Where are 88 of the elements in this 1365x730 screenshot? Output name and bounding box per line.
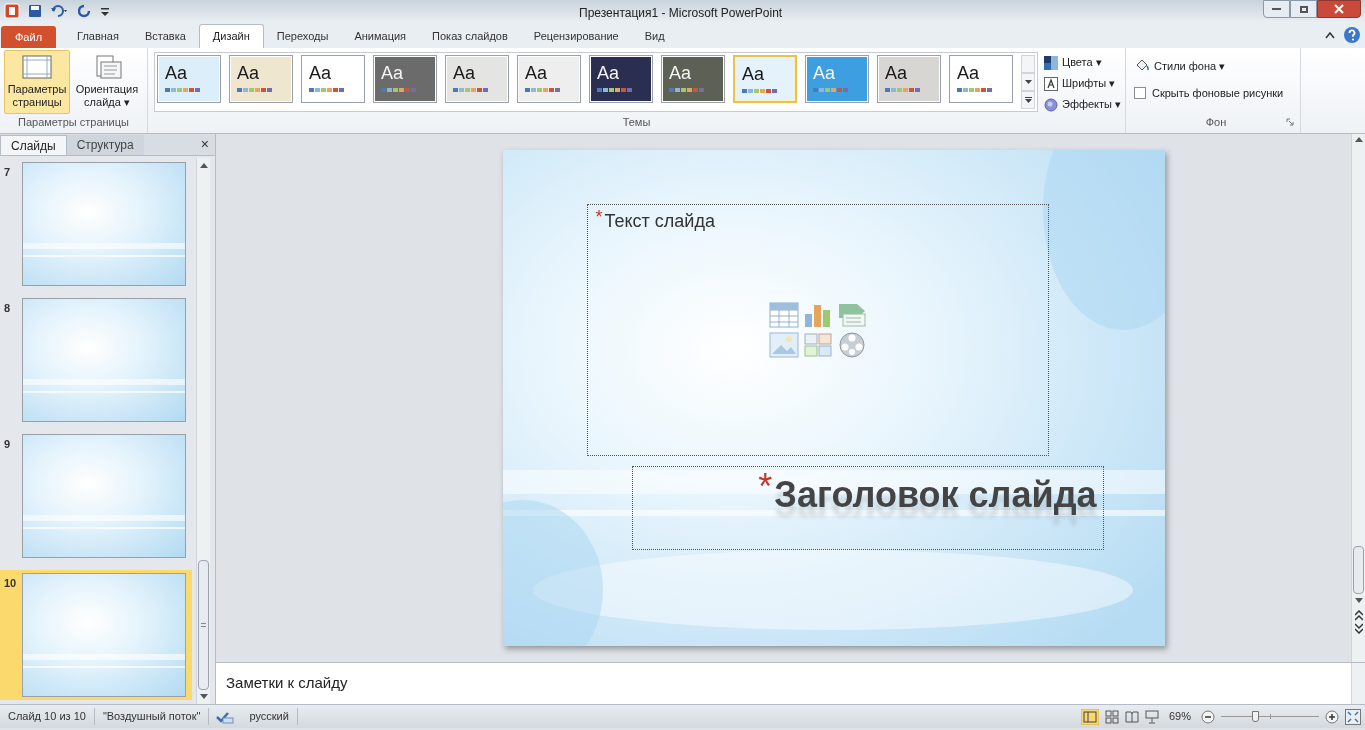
dialog-launcher-icon[interactable] (1286, 118, 1294, 127)
slide-thumbnail[interactable] (22, 434, 186, 558)
theme-thumbnail[interactable]: Aa (661, 55, 725, 103)
page-setup-button[interactable]: Параметры страницы (4, 50, 70, 114)
slide-thumbnail-row[interactable]: 10 (0, 570, 192, 700)
help-icon[interactable] (1343, 26, 1361, 44)
language: русский (241, 708, 298, 725)
zoom-slider[interactable] (1221, 709, 1319, 724)
save-icon[interactable] (28, 4, 42, 18)
ribbon-tab[interactable]: Переходы (263, 24, 342, 48)
bullet-marker: * (595, 207, 603, 227)
slider-thumb[interactable] (1251, 710, 1259, 722)
group-caption: Фон (1204, 115, 1228, 130)
insert-media-icon[interactable] (836, 332, 867, 358)
theme-thumbnail[interactable]: Aa (949, 55, 1013, 103)
theme-thumbnail[interactable]: Aa (229, 55, 293, 103)
group-caption: Параметры страницы (17, 115, 130, 130)
close-icon (1334, 4, 1344, 14)
theme-colors-icon (1044, 55, 1058, 70)
placeholder-text: Текст слайда (604, 210, 715, 233)
ribbon-tab[interactable]: Анимация (341, 24, 420, 48)
zoom-in-icon[interactable] (1325, 709, 1339, 724)
pane-tab[interactable]: Слайды (0, 135, 67, 155)
theme-thumbnail[interactable]: Aa (589, 55, 653, 103)
insert-clip-art-icon[interactable] (802, 332, 833, 358)
checkbox[interactable] (1134, 86, 1146, 99)
content-placeholder[interactable]: *Текст слайда (586, 204, 1049, 456)
reading-view-icon[interactable] (1124, 709, 1139, 724)
theme-thumbnail[interactable]: Aa (157, 55, 221, 103)
checkbox-label: Скрыть фоновые рисунки (1152, 85, 1284, 101)
scrollbar-thumb[interactable] (198, 560, 209, 690)
placeholder-text: Заголовок слайда (774, 473, 1097, 517)
slide-thumbnail[interactable] (22, 573, 186, 697)
previous-slide-icon[interactable] (1354, 610, 1363, 622)
bullet-marker: * (758, 471, 773, 503)
normal-view-icon[interactable] (1080, 708, 1099, 725)
ribbon-tab[interactable]: Главная (64, 24, 132, 48)
theme-effects-button[interactable]: Эффекты ▾ (1044, 95, 1122, 114)
slide-number: 7 (4, 165, 12, 180)
fit-to-window-icon[interactable] (1345, 708, 1361, 725)
collapse-ribbon-icon[interactable] (1325, 31, 1335, 39)
theme-fonts-button[interactable]: Шрифты ▾ (1044, 74, 1122, 93)
file-tab[interactable]: Файл (1, 26, 57, 48)
zoom-level[interactable]: 69% (1164, 708, 1195, 725)
undo-icon[interactable] (50, 4, 70, 18)
theme-thumbnail[interactable]: Aa (517, 55, 581, 103)
theme-thumbnail[interactable]: Aa (373, 55, 437, 103)
slide-number: 9 (4, 437, 12, 452)
theme-thumbnail[interactable]: Aa (445, 55, 509, 103)
zoom-out-icon[interactable] (1201, 709, 1215, 724)
theme-thumbnail[interactable]: Aa (877, 55, 941, 103)
scroll-down-button[interactable] (1021, 73, 1035, 91)
scrollbar-thumb[interactable] (1353, 546, 1364, 594)
slide-orientation-button[interactable]: Ориентация слайда ▾ (74, 50, 140, 114)
next-slide-icon[interactable] (1354, 622, 1363, 634)
group-caption: Темы (621, 115, 652, 130)
minimize-button[interactable] (1263, 0, 1290, 18)
notes-field[interactable]: Заметки к слайду (216, 663, 1351, 704)
slide-counter: Слайд 10 из 10 (0, 708, 95, 725)
title-placeholder[interactable]: *Заголовок слайда (631, 466, 1104, 550)
more-icon (1024, 97, 1032, 103)
close-button[interactable] (1317, 0, 1361, 18)
theme-colors-button[interactable]: Цвета ▾ (1044, 53, 1122, 72)
ribbon-tab[interactable]: Вид (631, 24, 678, 48)
slide-thumbnail[interactable] (22, 298, 186, 422)
theme-effects-icon (1044, 97, 1058, 112)
restore-button[interactable] (1290, 0, 1317, 18)
slide-sorter-icon[interactable] (1104, 709, 1119, 724)
window-title: Презентация1 - Microsoft PowerPoint (579, 5, 783, 22)
ribbon-tab[interactable]: Показ слайдов (419, 24, 521, 48)
powerpoint-logo-icon (4, 3, 20, 19)
caret-icon (1024, 80, 1032, 84)
theme-thumbnail[interactable]: Aa (733, 55, 797, 103)
pane-tab[interactable]: Структура (66, 135, 144, 155)
more-themes-button[interactable] (1021, 91, 1035, 109)
slide-thumbnail[interactable] (22, 162, 186, 286)
redo-icon[interactable] (78, 4, 92, 18)
ribbon-tab[interactable]: Дизайн (198, 24, 264, 48)
theme-fonts-icon (1044, 76, 1058, 91)
slide-show-icon[interactable] (1144, 709, 1159, 724)
slide-number: 8 (4, 301, 12, 316)
theme-name: "Воздушный поток" (94, 708, 210, 725)
close-pane-button[interactable]: × (200, 136, 209, 152)
ribbon-tab[interactable]: Вставка (131, 24, 199, 48)
theme-thumbnail[interactable]: Aa (301, 55, 365, 103)
ribbon-tab[interactable]: Рецензирование (520, 24, 632, 48)
background-styles-button[interactable]: Стили фона ▾ (1134, 58, 1300, 75)
slide-number: 10 (4, 576, 18, 591)
